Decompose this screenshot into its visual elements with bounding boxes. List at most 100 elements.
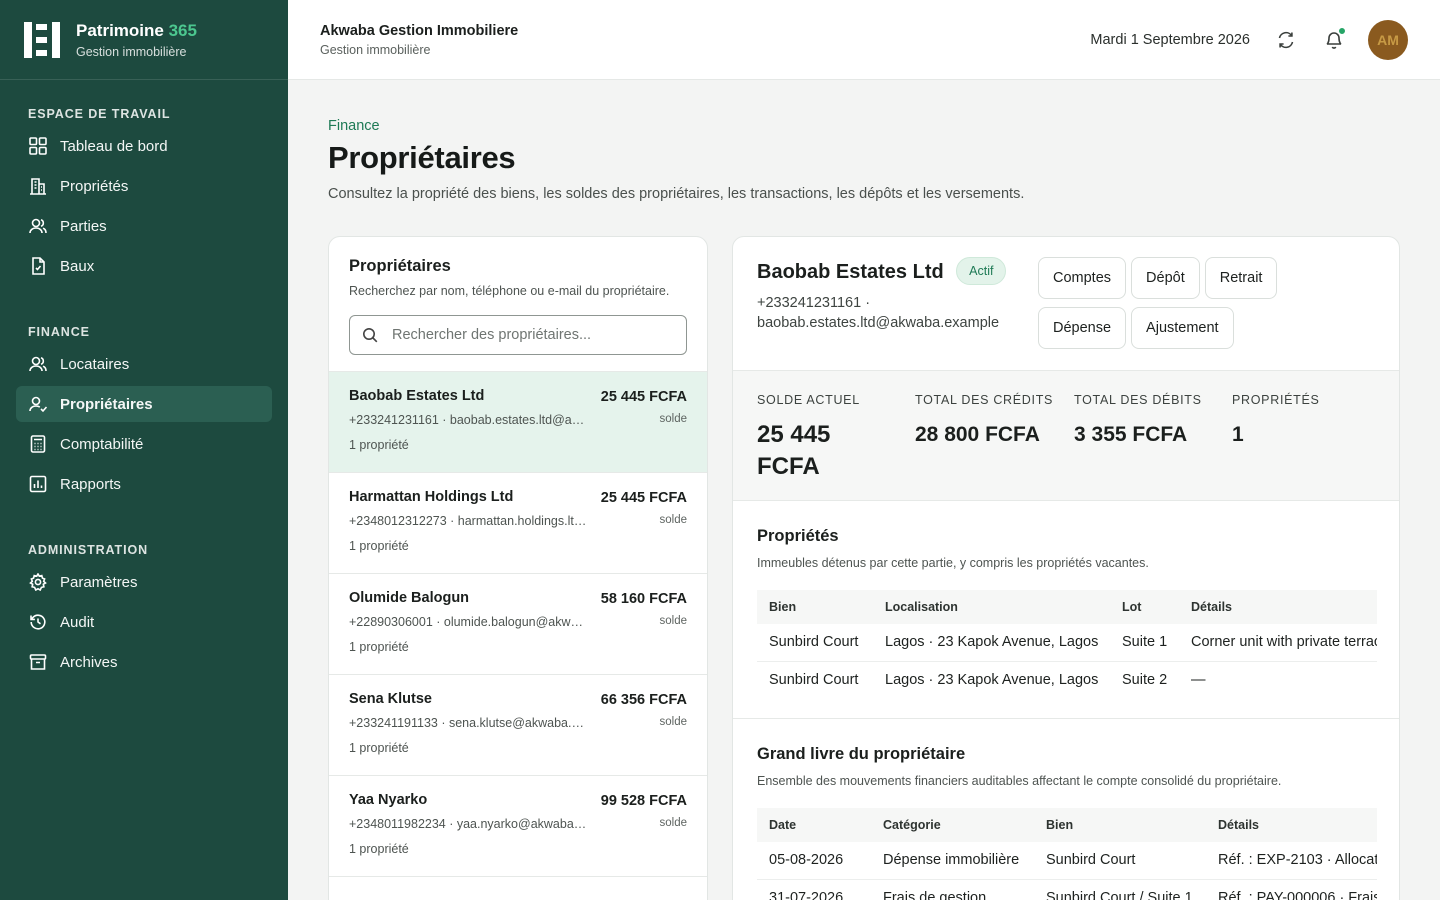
history-icon	[28, 612, 48, 632]
sidebar-item-label: Paramètres	[60, 573, 138, 591]
sidebar-item-label: Rapports	[60, 475, 121, 493]
stat-value: 1	[1232, 423, 1244, 446]
owner-detail-phone: +233241231161 ·	[757, 295, 871, 311]
avatar[interactable]: AM	[1368, 19, 1408, 60]
brand-name-accent: 365	[168, 20, 197, 40]
nav-heading: FINANCE	[28, 325, 90, 339]
owner-list-item[interactable]: Olumide Balogun +22890306001 · olumide.b…	[329, 574, 707, 675]
withdraw-button[interactable]: Retrait	[1204, 257, 1278, 299]
organization: Akwaba Gestion Immobiliere Gestion immob…	[320, 23, 518, 57]
column-header: Localisation	[873, 590, 1110, 624]
sidebar-item-parties[interactable]: Parties	[16, 208, 272, 244]
sidebar-item-leases[interactable]: Baux	[16, 248, 272, 284]
sidebar-item-tenants[interactable]: Locataires	[16, 346, 272, 382]
table-row[interactable]: Sunbird Court Lagos · 23 Kapok Avenue, L…	[757, 624, 1377, 662]
properties-section: Propriétés Immeubles détenus par cette p…	[733, 501, 1399, 719]
main-content: Finance Propriétaires Consultez la propr…	[288, 80, 1440, 900]
column-header: Date	[757, 808, 871, 842]
ledger-title: Grand livre du propriétaire	[757, 745, 966, 763]
sidebar-item-reports[interactable]: Rapports	[16, 466, 272, 502]
column-header: Catégorie	[871, 808, 1034, 842]
org-subtitle: Gestion immobilière	[320, 42, 431, 57]
sidebar-item-dashboard[interactable]: Tableau de bord	[16, 128, 272, 164]
table-cell: 05-08-2026	[757, 842, 871, 880]
sidebar-item-properties[interactable]: Propriétés	[16, 168, 272, 204]
sidebar-item-label: Audit	[60, 613, 95, 631]
owner-balance-label: solde	[659, 413, 688, 425]
owners-list-title: Propriétaires	[349, 257, 451, 275]
column-header: Détails	[1179, 590, 1377, 624]
stat-value: 3 355 FCFA	[1074, 423, 1188, 446]
brand-logo-icon	[24, 21, 64, 58]
sidebar-item-audit[interactable]: Audit	[16, 604, 272, 640]
stat-properties: PROPRIÉTÉS 1	[1232, 393, 1320, 451]
owners-list-card: Propriétaires Recherchez par nom, téléph…	[328, 236, 708, 900]
deposit-button[interactable]: Dépôt	[1131, 257, 1200, 299]
owner-property-count: 1 propriété	[349, 640, 409, 654]
owner-list-item[interactable]: Yaa Nyarko +2348011982234 · yaa.nyarko@a…	[329, 776, 707, 877]
brand-subtitle: Gestion immobilière	[76, 44, 187, 59]
sidebar-item-label: Comptabilité	[60, 435, 144, 453]
sidebar-item-label: Propriétaires	[60, 395, 153, 413]
sidebar-item-label: Baux	[60, 257, 95, 275]
table-cell: 31-07-2026	[769, 889, 844, 900]
owner-property-count: 1 propriété	[349, 539, 409, 553]
grid-icon	[28, 136, 48, 156]
refresh-button[interactable]	[1272, 26, 1300, 54]
owner-list-item[interactable]: Sena Klutse +233241191133 · sena.klutse@…	[329, 675, 707, 776]
stat-value: 25 445 FCFA	[757, 421, 831, 480]
sidebar-item-accounting[interactable]: Comptabilité	[16, 426, 272, 462]
stat-total-credits: TOTAL DES CRÉDITS 28 800 FCFA	[915, 393, 1053, 451]
column-header: Bien	[1034, 808, 1206, 842]
owner-detail-card: Baobab Estates Ltd Actif +233241231161 ·…	[732, 236, 1400, 900]
owner-list-item[interactable]: Harmattan Holdings Ltd +2348012312273 · …	[329, 473, 707, 574]
sidebar-item-label: Parties	[60, 217, 107, 235]
owner-balance: 66 356 FCFA	[600, 692, 687, 708]
nav-section-workspace: ESPACE DE TRAVAIL Tableau de bord Propri…	[0, 104, 288, 284]
column-header: Bien	[757, 590, 873, 624]
table-cell: Suite 1	[1110, 624, 1179, 662]
table-cell: Frais de gestion	[883, 889, 987, 900]
owner-contact: +2348011982234 · yaa.nyarko@akwaba.examp…	[349, 817, 589, 831]
sidebar-item-label: Tableau de bord	[60, 137, 168, 155]
nav-section-finance: FINANCE Locataires Propriétaires Comptab…	[0, 322, 288, 502]
sidebar-item-owners[interactable]: Propriétaires	[16, 386, 272, 422]
adjustment-button[interactable]: Ajustement	[1131, 307, 1234, 349]
owner-balance: 58 160 FCFA	[600, 591, 687, 607]
properties-subtitle: Immeubles détenus par cette partie, y co…	[757, 556, 1149, 570]
table-row[interactable]: 05-08-2026 Dépense immobilière Sunbird C…	[757, 842, 1377, 880]
table-cell: Sunbird Court	[1034, 842, 1206, 880]
owner-contact: +233241231161 · baobab.estates.ltd@akwab…	[349, 413, 589, 427]
ledger-table: Date Catégorie Bien Détails 05-08-2026 D…	[757, 808, 1377, 900]
sidebar-item-label: Archives	[60, 653, 118, 671]
owner-balance-label: solde	[659, 817, 688, 829]
chart-icon	[28, 474, 48, 494]
org-name: Akwaba Gestion Immobiliere	[320, 22, 519, 39]
sidebar: Patrimoine 365 Gestion immobilière ESPAC…	[0, 0, 288, 900]
table-cell: Dépense immobilière	[871, 842, 1034, 880]
owner-list-item[interactable]: Baobab Estates Ltd +233241231161 · baoba…	[329, 372, 707, 473]
gear-icon	[28, 572, 48, 592]
notifications-button[interactable]	[1320, 26, 1348, 54]
owner-balance: 25 445 FCFA	[600, 490, 687, 506]
owner-contact: +2348012312273 · harmattan.holdings.ltd@…	[349, 514, 589, 528]
brand[interactable]: Patrimoine 365 Gestion immobilière	[0, 0, 288, 80]
sidebar-item-archives[interactable]: Archives	[16, 644, 272, 680]
search-input[interactable]	[392, 327, 674, 343]
accounts-button[interactable]: Comptes	[1038, 257, 1127, 299]
sidebar-item-settings[interactable]: Paramètres	[16, 564, 272, 600]
breadcrumb[interactable]: Finance	[328, 118, 380, 134]
table-cell: Réf. : PAY-000006 · Frais	[1218, 889, 1377, 900]
table-row[interactable]: Sunbird Court Lagos · 23 Kapok Avenue, L…	[757, 661, 1377, 698]
table-row[interactable]: 31-07-2026 Frais de gestion Sunbird Cour…	[757, 879, 1377, 900]
table-cell: Sunbird Court	[757, 624, 873, 662]
refresh-icon	[1278, 31, 1294, 48]
owner-balance: 25 445 FCFA	[600, 389, 687, 405]
ledger-subtitle: Ensemble des mouvements financiers audit…	[757, 774, 1282, 788]
nav-heading: ESPACE DE TRAVAIL	[28, 107, 171, 121]
expense-button[interactable]: Dépense	[1038, 307, 1127, 349]
search-box[interactable]	[349, 315, 687, 355]
owner-property-count: 1 propriété	[349, 741, 409, 755]
search-icon	[363, 328, 378, 343]
owner-detail-contact: +233241231161 · baobab.estates.ltd@akwab…	[757, 293, 1017, 333]
